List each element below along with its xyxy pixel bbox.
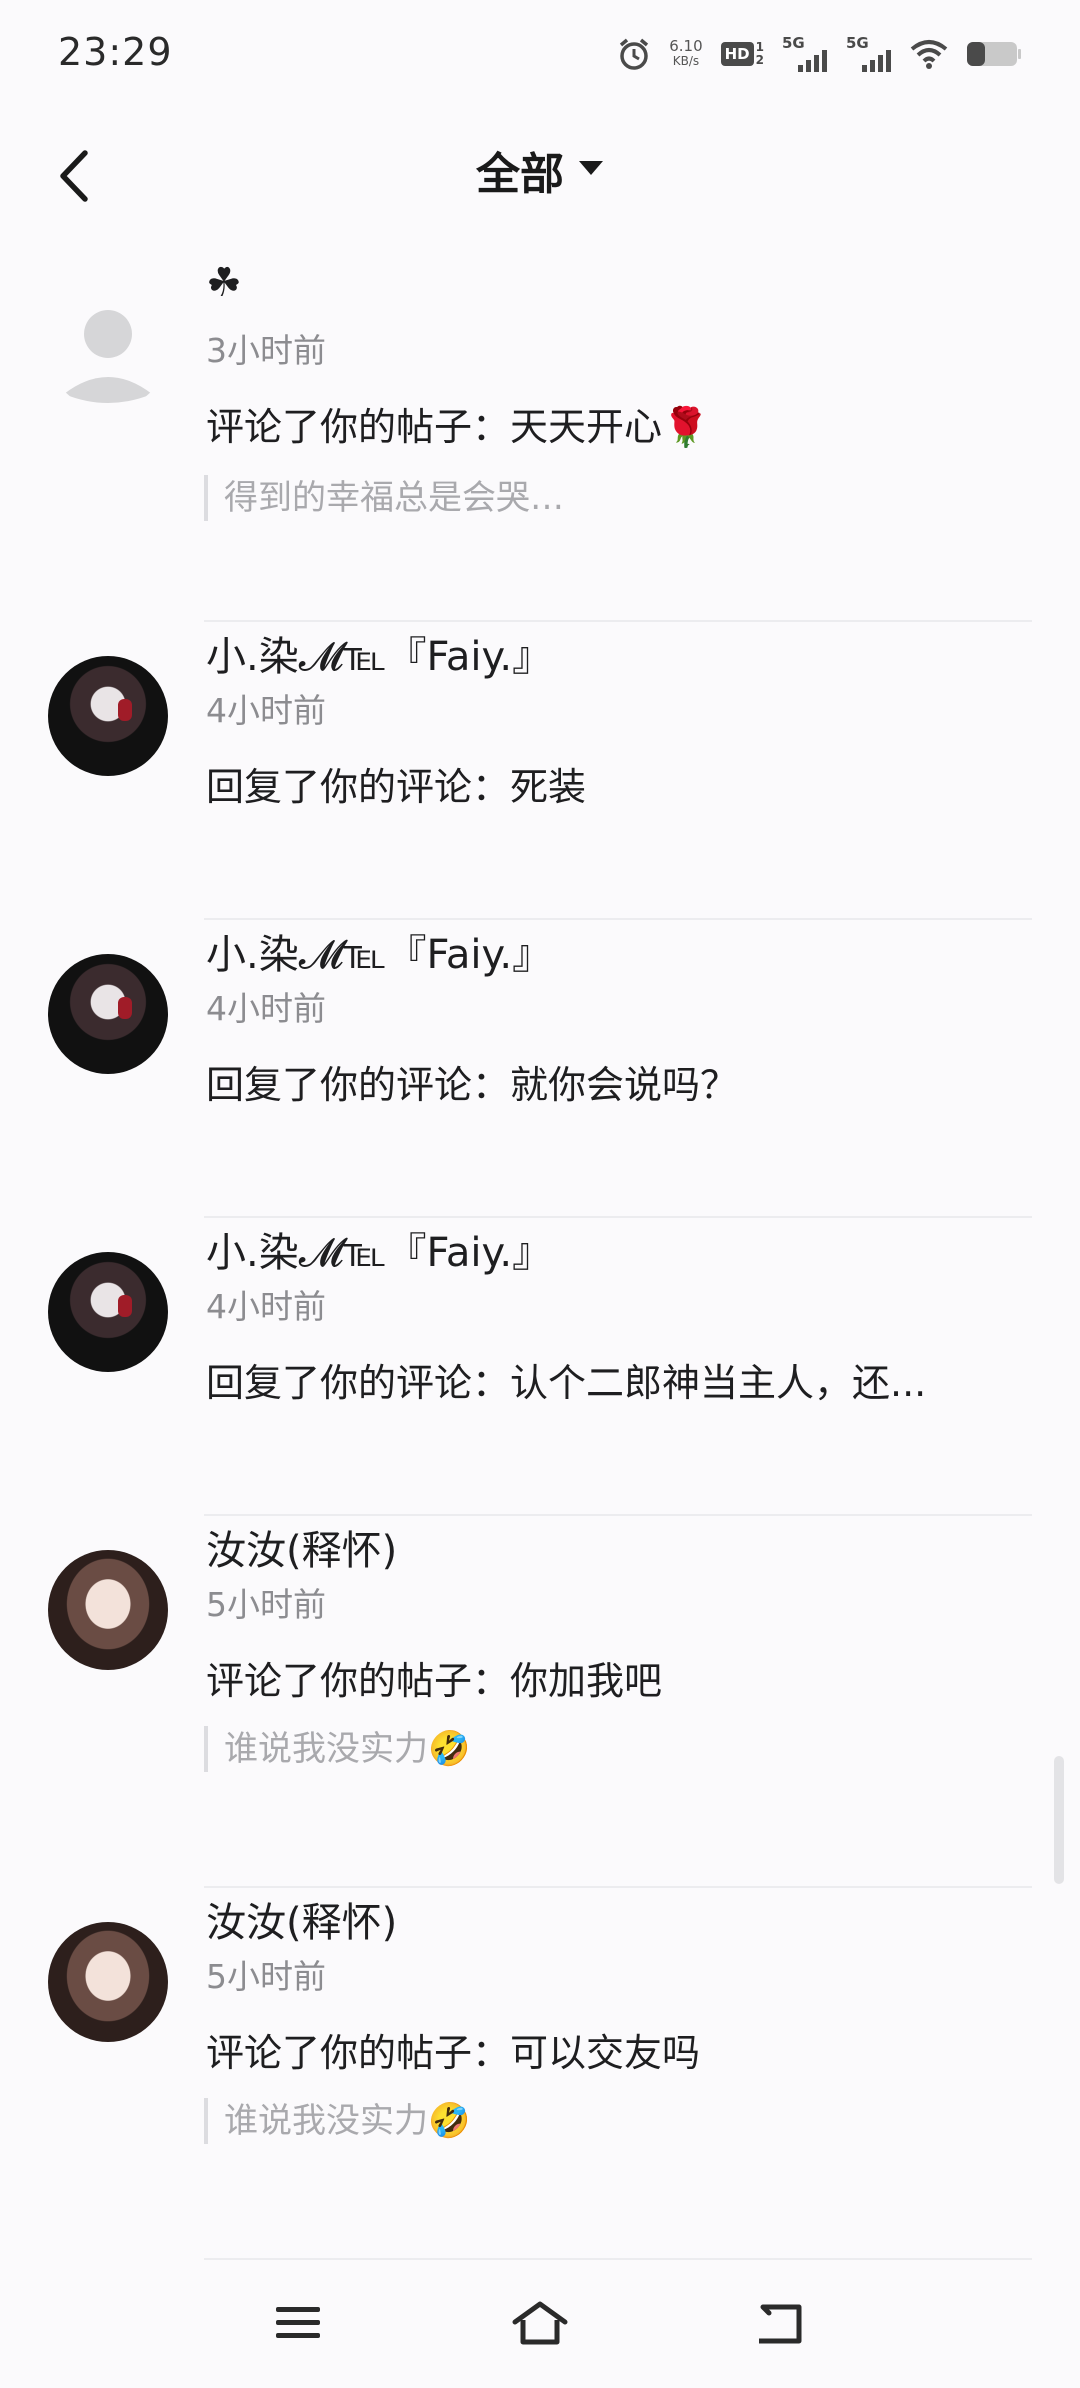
timestamp: 5小时前 — [206, 1585, 326, 1624]
notification-text[interactable]: 回复了你的评论：就你会说吗？ — [206, 1054, 738, 1109]
quoted-post[interactable]: 谁说我没实力🤣 — [204, 1726, 470, 1772]
user-name[interactable]: ☘ — [206, 260, 242, 306]
user-name[interactable]: 小.染𝓜℡『Faiy.』 — [206, 624, 552, 682]
page-title: 全部 — [476, 149, 564, 200]
notification-text[interactable]: 评论了你的帖子：天天开心🌹 — [206, 396, 709, 451]
caret-down-icon — [578, 159, 604, 181]
notification-item[interactable]: 汝汝(释怀) 5小时前评论了你的帖子：可以交友吗谁说我没实力🤣 — [0, 1888, 1080, 2260]
filter-dropdown[interactable]: 全部 — [0, 138, 1080, 202]
home-button[interactable] — [500, 2290, 580, 2360]
wifi-icon — [910, 39, 948, 69]
timestamp: 5小时前 — [206, 1957, 326, 1996]
notification-text[interactable]: 回复了你的评论：认个二郎神当主人，还... — [206, 1352, 926, 1407]
notification-item[interactable]: 小.染𝓜℡『Faiy.』 4小时前回复了你的评论：死装 — [0, 622, 1080, 920]
avatar[interactable] — [48, 1550, 168, 1670]
avatar[interactable] — [48, 290, 168, 410]
notification-item[interactable]: 小.染𝓜℡『Faiy.』 4小时前回复了你的评论：认个二郎神当主人，还... — [0, 1218, 1080, 1516]
back-nav-button[interactable] — [740, 2290, 820, 2360]
timestamp: 4小时前 — [206, 1287, 326, 1326]
avatar[interactable] — [48, 1252, 168, 1372]
timestamp: 4小时前 — [206, 989, 326, 1028]
net-speed: 6.10 KB/s — [669, 37, 703, 69]
status-bar: 23:29 6.10 KB/s HD 1 2 5G 5G — [0, 0, 1080, 120]
system-nav-bar — [0, 2270, 1080, 2388]
user-name[interactable]: 小.染𝓜℡『Faiy.』 — [206, 922, 552, 980]
avatar[interactable] — [48, 1922, 168, 2042]
header: 全部 — [0, 120, 1080, 250]
notification-item[interactable]: ☘ 3小时前评论了你的帖子：天天开心🌹 得到的幸福总是会哭… — [0, 250, 1080, 622]
scroll-indicator[interactable] — [1054, 1756, 1064, 1884]
avatar[interactable] — [48, 656, 168, 776]
quoted-post[interactable]: 得到的幸福总是会哭… — [204, 475, 564, 521]
hd-icon: HD 1 2 — [720, 41, 764, 67]
signal-icon: 5G — [846, 34, 892, 74]
avatar[interactable] — [48, 954, 168, 1074]
notification-text[interactable]: 评论了你的帖子：你加我吧 — [206, 1650, 662, 1705]
notification-text[interactable]: 回复了你的评论：死装 — [206, 756, 586, 811]
home-icon — [511, 2300, 569, 2350]
signal-icon: 5G — [782, 34, 828, 74]
menu-button[interactable] — [258, 2290, 338, 2360]
timestamp: 4小时前 — [206, 691, 326, 730]
notification-text[interactable]: 评论了你的帖子：可以交友吗 — [206, 2022, 700, 2077]
user-name[interactable]: 汝汝(释怀) — [206, 1518, 397, 1576]
notification-item[interactable]: 汝汝(释怀) 5小时前评论了你的帖子：你加我吧谁说我没实力🤣 — [0, 1516, 1080, 1888]
notification-item[interactable]: 小.染𝓜℡『Faiy.』 4小时前回复了你的评论：就你会说吗？ — [0, 920, 1080, 1218]
alarm-icon — [617, 37, 651, 71]
back-icon — [755, 2301, 805, 2349]
user-name[interactable]: 小.染𝓜℡『Faiy.』 — [206, 1220, 552, 1278]
divider — [204, 2258, 1032, 2260]
status-icons: 6.10 KB/s HD 1 2 5G 5G — [617, 34, 1022, 74]
battery-icon — [966, 39, 1022, 69]
user-name[interactable]: 汝汝(释怀) — [206, 1890, 397, 1948]
menu-icon — [274, 2303, 322, 2347]
timestamp: 3小时前 — [206, 331, 326, 370]
quoted-post[interactable]: 谁说我没实力🤣 — [204, 2098, 470, 2144]
status-time: 23:29 — [58, 30, 173, 74]
